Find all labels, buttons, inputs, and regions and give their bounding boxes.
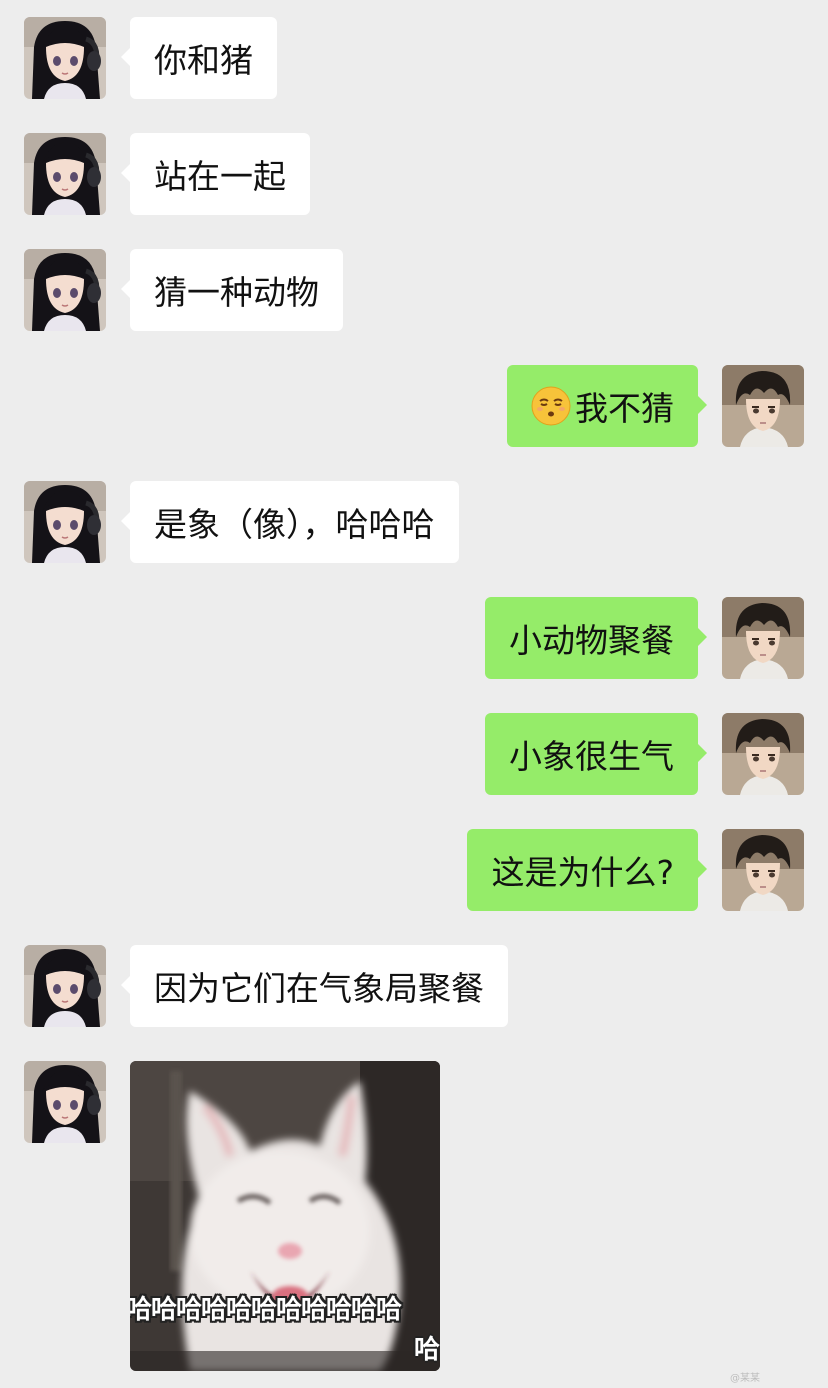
message-text: 我不猜 xyxy=(575,389,674,428)
sticker-caption: 哈哈哈哈哈哈哈哈哈哈哈 xyxy=(130,1295,402,1325)
outgoing-bubble[interactable]: 小动物聚餐 xyxy=(485,597,707,679)
incoming-bubble[interactable]: 你和猪 xyxy=(121,17,277,99)
incoming-bubble[interactable]: 是象（像），哈哈哈 xyxy=(121,481,459,563)
incoming-bubble[interactable]: 因为它们在气象局聚餐 xyxy=(121,945,508,1027)
contact-avatar[interactable] xyxy=(24,249,106,331)
contact-avatar[interactable] xyxy=(24,133,106,215)
outgoing-bubble[interactable]: 这是为什么? xyxy=(467,829,707,911)
incoming-bubble[interactable]: 猜一种动物 xyxy=(121,249,343,331)
self-avatar[interactable] xyxy=(722,365,804,447)
unamused-face-emoji xyxy=(531,386,571,426)
self-avatar[interactable] xyxy=(722,713,804,795)
outgoing-bubble[interactable]: 小象很生气 xyxy=(485,713,707,795)
contact-avatar[interactable] xyxy=(24,481,106,563)
contact-avatar[interactable] xyxy=(24,1061,106,1143)
laughing-cat-sticker[interactable]: 哈哈哈哈哈哈哈哈哈哈哈 哈 xyxy=(130,1061,440,1371)
outgoing-bubble[interactable]: 我不猜 xyxy=(507,365,707,447)
contact-avatar[interactable] xyxy=(24,945,106,1027)
incoming-bubble[interactable]: 站在一起 xyxy=(121,133,310,215)
watermark: @某某 xyxy=(730,1373,760,1384)
self-avatar[interactable] xyxy=(722,829,804,911)
contact-avatar[interactable] xyxy=(24,17,106,99)
self-avatar[interactable] xyxy=(722,597,804,679)
sticker-caption-continuation: 哈 xyxy=(413,1335,440,1365)
